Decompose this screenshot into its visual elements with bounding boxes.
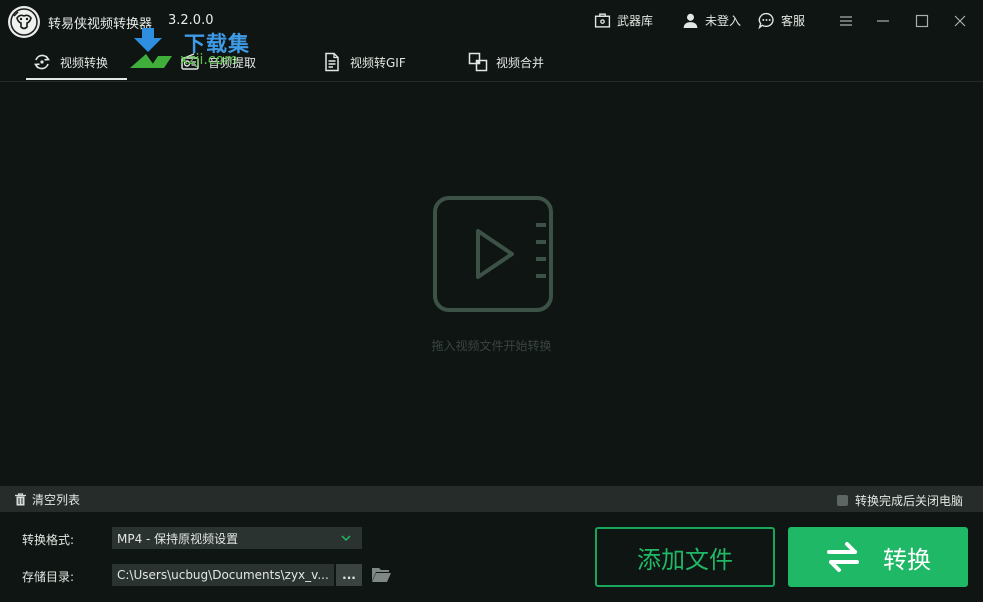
convert-label: 转换: [883, 545, 931, 574]
add-file-button[interactable]: 添加文件: [595, 527, 775, 587]
tab-label: 视频合并: [496, 55, 545, 70]
tab-label: 视频转GIF: [350, 55, 406, 70]
close-icon: [954, 15, 966, 27]
tab-label: 音频提取: [208, 55, 257, 70]
tab-audio-extract[interactable]: 音频提取: [180, 44, 256, 80]
video-play-icon: [433, 196, 553, 312]
maximize-button[interactable]: [913, 12, 931, 30]
app-logo-icon: [8, 6, 40, 38]
tab-video-merge[interactable]: 视频合并: [468, 44, 544, 80]
merge-icon: [468, 52, 488, 72]
format-label: 转换格式:: [22, 533, 75, 547]
tab-bar: 视频转换 音频提取 视频转GIF 视频合并: [0, 44, 983, 82]
title-bar[interactable]: 转易侠视频转换器 3.2.0.0 武器库 未登入 客服: [0, 0, 983, 44]
output-dir-label: 存储目录:: [22, 570, 75, 584]
shutdown-label: 转换完成后关闭电脑: [854, 494, 963, 508]
settings-panel: 转换格式: MP4 - 保持原视频设置 存储目录: C:\Users\ucbug…: [0, 512, 983, 602]
armory-label: 武器库: [617, 14, 654, 28]
convert-button[interactable]: 转换: [788, 527, 968, 587]
app-title: 转易侠视频转换器: [48, 17, 153, 32]
clear-list-label: 清空列表: [32, 493, 81, 507]
refresh-circle-icon: [34, 54, 50, 70]
output-dir-field[interactable]: C:\Users\ucbug\Documents\zyx_v...: [112, 564, 334, 586]
active-tab-indicator: [26, 78, 127, 80]
tab-video-convert[interactable]: 视频转换: [32, 44, 108, 80]
clear-list-button[interactable]: 清空列表: [14, 491, 80, 508]
armory-button[interactable]: 武器库: [594, 12, 653, 29]
open-folder-icon[interactable]: [371, 565, 392, 583]
chevron-down-icon: [341, 535, 351, 542]
browse-button[interactable]: ...: [336, 564, 362, 586]
maximize-icon: [915, 14, 929, 28]
list-toolbar: 清空列表 转换完成后关闭电脑: [0, 486, 983, 512]
swap-arrows-icon: [827, 542, 859, 572]
customer-service-button[interactable]: 客服: [758, 12, 805, 29]
menu-button[interactable]: [837, 12, 855, 30]
shutdown-checkbox[interactable]: [836, 495, 848, 506]
app-version: 3.2.0.0: [168, 13, 214, 28]
drop-hint: 拖入视频文件开始转换: [431, 339, 552, 353]
shutdown-option[interactable]: 转换完成后关闭电脑: [836, 492, 963, 509]
minimize-icon: [877, 20, 889, 22]
tab-label: 视频转换: [60, 55, 109, 70]
user-icon: [683, 13, 698, 28]
minimize-button[interactable]: [874, 12, 892, 30]
chat-bubble-icon: [758, 12, 774, 29]
drop-zone[interactable]: 拖入视频文件开始转换: [2, 82, 981, 486]
hamburger-icon: [840, 16, 852, 26]
toolbox-icon: [594, 13, 611, 28]
login-label: 未登入: [705, 14, 742, 28]
login-button[interactable]: 未登入: [682, 12, 741, 29]
format-select[interactable]: MP4 - 保持原视频设置: [112, 527, 362, 549]
output-dir-value: C:\Users\ucbug\Documents\zyx_v...: [117, 568, 329, 582]
document-icon: [325, 52, 339, 72]
service-label: 客服: [781, 14, 806, 28]
trash-icon: [15, 493, 26, 506]
tab-video-to-gif[interactable]: 视频转GIF: [322, 44, 406, 80]
close-button[interactable]: [951, 12, 969, 30]
format-value: MP4 - 保持原视频设置: [117, 531, 239, 546]
radio-icon: [181, 53, 199, 70]
app-window: 转易侠视频转换器 3.2.0.0 武器库 未登入 客服 视频转换 音频提取 视频…: [0, 0, 983, 602]
